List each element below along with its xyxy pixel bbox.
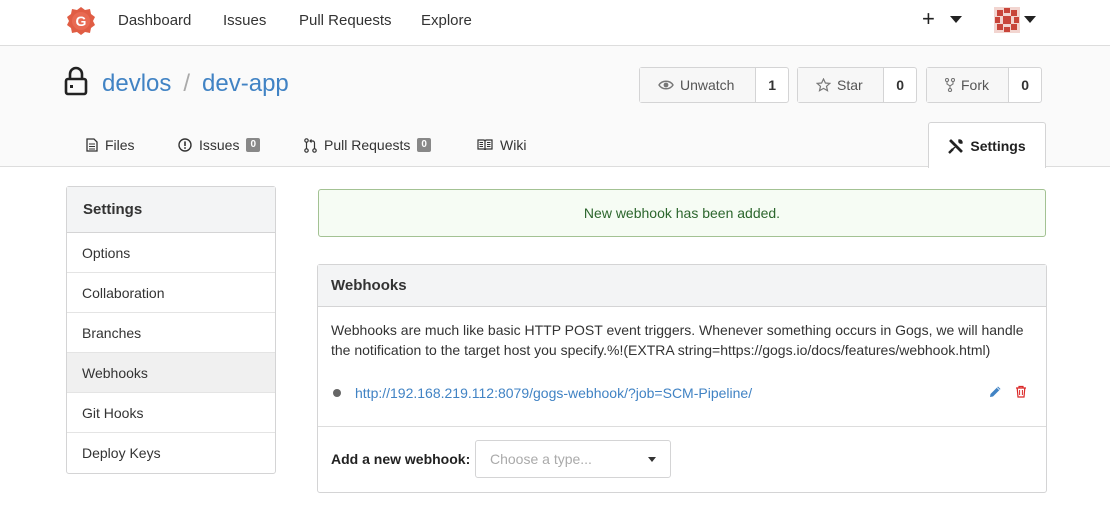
sidebar-item-collaboration[interactable]: Collaboration — [67, 273, 275, 313]
webhooks-panel: Webhooks Webhooks are much like basic HT… — [317, 264, 1047, 493]
sidebar-item-branches[interactable]: Branches — [67, 313, 275, 353]
panel-divider — [318, 426, 1046, 427]
fork-button[interactable]: Fork — [927, 68, 1010, 102]
user-avatar[interactable] — [994, 7, 1020, 33]
nav-explore-link[interactable]: Explore — [421, 12, 472, 30]
star-button[interactable]: Star — [798, 68, 885, 102]
fork-button-group: Fork 0 — [926, 67, 1042, 103]
settings-sidebar: Settings Options Collaboration Branches … — [66, 186, 276, 474]
pull-requests-count-badge: 0 — [417, 138, 431, 152]
star-button-group: Star 0 — [797, 67, 917, 103]
forks-count[interactable]: 0 — [1009, 68, 1041, 102]
repo-title-separator: / — [183, 70, 191, 97]
edit-pencil-icon[interactable] — [989, 385, 1002, 398]
tab-settings-label: Settings — [970, 137, 1026, 154]
webhooks-description-line-1: Webhooks are much like basic HTTP POST e… — [331, 322, 1024, 338]
sidebar-item-webhooks[interactable]: Webhooks — [67, 353, 275, 393]
webhooks-description-line-2: the notification to the target host you … — [331, 342, 991, 358]
tab-issues[interactable]: Issues 0 — [178, 134, 261, 156]
tab-pull-requests-label: Pull Requests — [324, 137, 411, 153]
tools-icon — [948, 138, 964, 154]
svg-text:G: G — [76, 13, 87, 29]
git-pull-request-icon — [304, 137, 317, 153]
sidebar-item-options[interactable]: Options — [67, 233, 275, 273]
star-label: Star — [837, 77, 863, 93]
gogs-logo-icon[interactable]: G — [66, 6, 96, 36]
webhooks-panel-title: Webhooks — [318, 265, 1046, 307]
tab-wiki-label: Wiki — [500, 137, 527, 153]
stars-count[interactable]: 0 — [884, 68, 916, 102]
webhook-status-dot-icon — [333, 389, 341, 397]
tab-files[interactable]: Files — [86, 134, 135, 156]
tab-issues-label: Issues — [199, 137, 240, 153]
create-menu-chevron-down-icon[interactable] — [950, 16, 962, 23]
add-webhook-label: Add a new webhook: — [331, 451, 471, 467]
sidebar-item-git-hooks[interactable]: Git Hooks — [67, 393, 275, 433]
webhook-type-placeholder: Choose a type... — [490, 451, 592, 467]
webhooks-description: Webhooks are much like basic HTTP POST e… — [331, 320, 1031, 360]
delete-trash-icon[interactable] — [1015, 385, 1027, 398]
sidebar-title: Settings — [67, 187, 275, 233]
top-navbar: G Dashboard Issues Pull Requests Explore… — [0, 0, 1110, 46]
nav-pull-requests-link[interactable]: Pull Requests — [299, 12, 392, 30]
tab-settings[interactable]: Settings — [928, 122, 1046, 168]
nav-dashboard-link[interactable]: Dashboard — [118, 12, 191, 30]
unwatch-button[interactable]: Unwatch — [640, 68, 757, 102]
repo-owner-link[interactable]: devlos — [102, 70, 171, 97]
eye-icon — [658, 79, 674, 91]
create-new-plus-icon[interactable]: + — [922, 8, 935, 30]
private-repo-lock-icon — [64, 66, 88, 96]
issues-count-badge: 0 — [246, 138, 261, 152]
issue-opened-icon — [178, 138, 192, 152]
webhook-url-link[interactable]: http://192.168.219.112:8079/gogs-webhook… — [355, 384, 752, 402]
webhook-type-dropdown[interactable]: Choose a type... — [475, 440, 671, 478]
file-text-icon — [86, 138, 98, 152]
nav-issues-link[interactable]: Issues — [223, 12, 266, 30]
tab-pull-requests[interactable]: Pull Requests 0 — [304, 134, 431, 156]
sidebar-item-deploy-keys[interactable]: Deploy Keys — [67, 433, 275, 473]
repo-name-link[interactable]: dev-app — [202, 70, 289, 97]
dropdown-chevron-down-icon — [648, 457, 656, 462]
fork-label: Fork — [961, 77, 989, 93]
watchers-count[interactable]: 1 — [756, 68, 788, 102]
tab-wiki[interactable]: Wiki — [477, 134, 526, 156]
unwatch-label: Unwatch — [680, 77, 735, 93]
success-flash-message: New webhook has been added. — [318, 189, 1046, 237]
tab-files-label: Files — [105, 137, 135, 153]
repo-title: devlos / dev-app — [102, 70, 289, 98]
user-menu-chevron-down-icon[interactable] — [1024, 16, 1036, 23]
star-icon — [816, 78, 831, 92]
fork-icon — [945, 78, 955, 92]
book-icon — [477, 139, 493, 151]
watch-button-group: Unwatch 1 — [639, 67, 789, 103]
